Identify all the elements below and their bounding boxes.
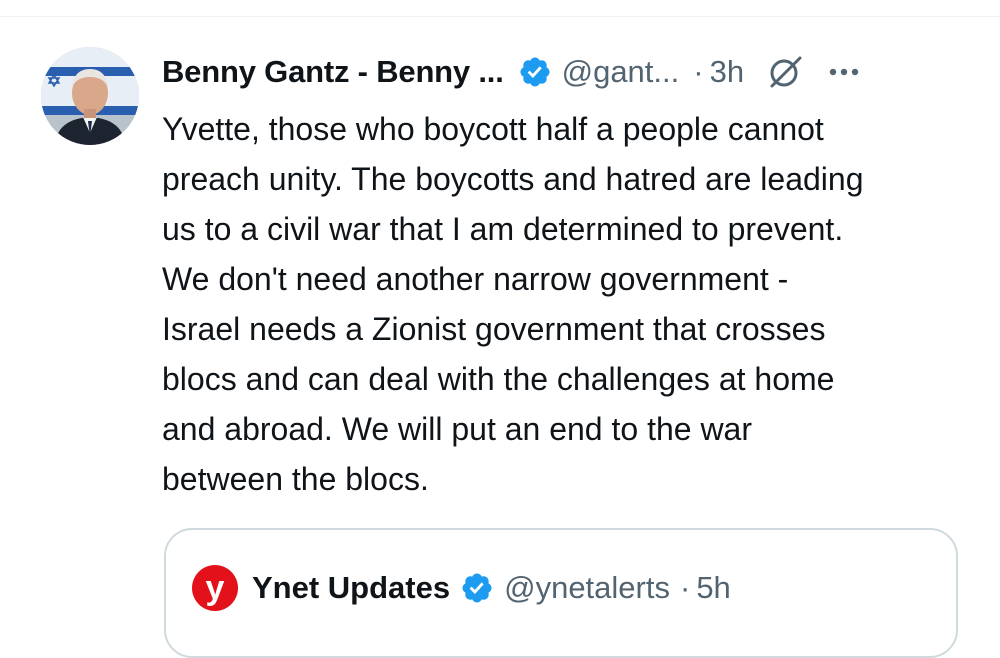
- avatar-image: [41, 47, 139, 145]
- quoted-tweet-timestamp[interactable]: 5h: [696, 570, 730, 606]
- tweet-text: Yvette, those who boycott half a people …: [162, 111, 864, 497]
- quoted-tweet-header: y Ynet Updates @ynetalerts · 5h: [192, 565, 731, 611]
- grok-icon[interactable]: [766, 53, 804, 91]
- quoted-author-name[interactable]: Ynet Updates: [252, 570, 450, 606]
- quoted-tweet-card[interactable]: y Ynet Updates @ynetalerts · 5h: [164, 528, 958, 658]
- quoted-author-handle[interactable]: @ynetalerts: [504, 570, 670, 606]
- more-options-icon[interactable]: [826, 54, 862, 90]
- author-handle[interactable]: @gant...: [562, 54, 680, 90]
- quoted-separator-dot: ·: [679, 570, 691, 605]
- author-avatar[interactable]: [41, 47, 139, 145]
- tweet-timestamp[interactable]: 3h: [710, 54, 744, 90]
- top-divider: [0, 16, 1000, 17]
- separator-dot: ·: [693, 54, 704, 89]
- verified-badge-icon[interactable]: [518, 55, 552, 89]
- tweet-header: Benny Gantz - Benny ... @gant... · 3h: [162, 50, 862, 94]
- ynet-avatar[interactable]: y: [192, 565, 238, 611]
- quoted-verified-badge-icon: [460, 571, 494, 605]
- author-name[interactable]: Benny Gantz - Benny ...: [162, 54, 504, 90]
